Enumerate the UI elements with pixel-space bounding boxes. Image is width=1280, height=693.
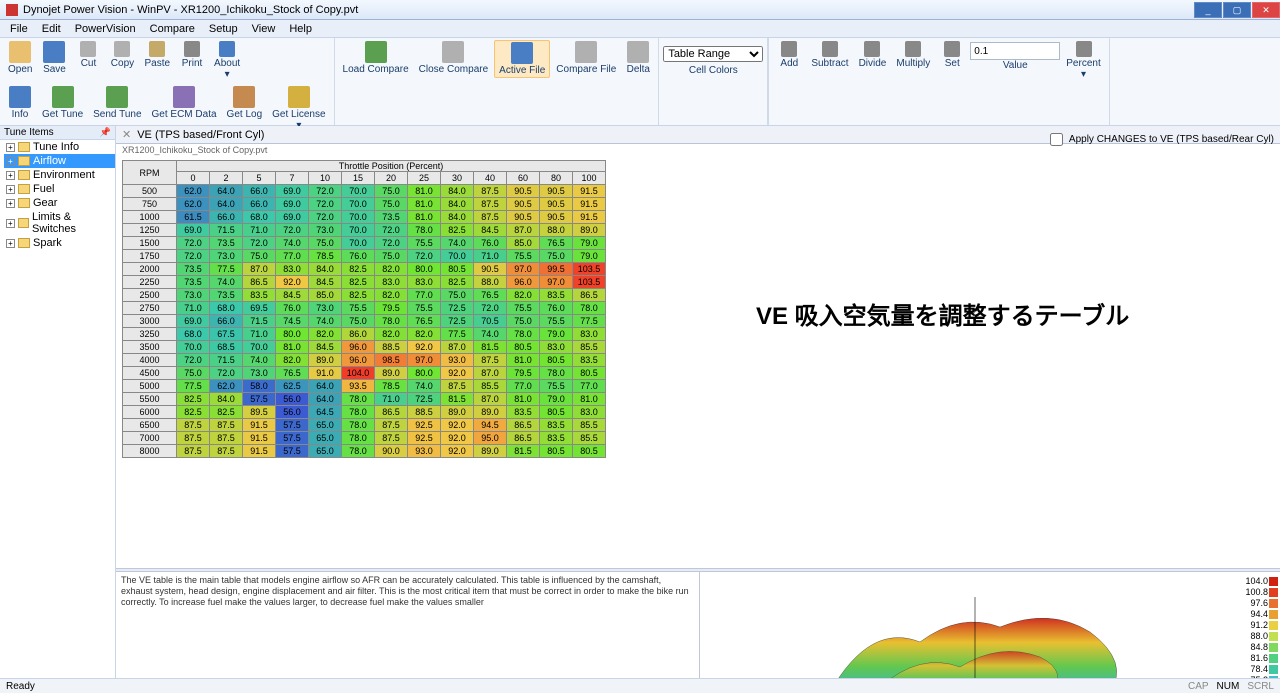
tree-item-gear[interactable]: +Gear xyxy=(4,196,115,210)
apply-changes-checkbox[interactable]: Apply CHANGES to VE (TPS based/Rear Cyl) xyxy=(1046,130,1274,149)
value-input[interactable] xyxy=(970,42,1060,60)
menu-edit[interactable]: Edit xyxy=(36,22,67,36)
menu-view[interactable]: View xyxy=(246,22,282,36)
status-bar: Ready CAP NUM SCRL xyxy=(0,678,1280,693)
maximize-button[interactable]: ▢ xyxy=(1223,2,1251,18)
ribbon: Open Save Cut Copy Paste Print About▾ In… xyxy=(0,38,1280,126)
open-button[interactable]: Open xyxy=(4,40,36,81)
set-button[interactable]: Set xyxy=(936,40,968,81)
compare-file-button[interactable]: Compare File xyxy=(552,40,620,78)
get-tune-button[interactable]: Get Tune xyxy=(38,85,87,132)
tree-item-fuel[interactable]: +Fuel xyxy=(4,182,115,196)
info-button[interactable]: Info xyxy=(4,85,36,132)
description-panel: The VE table is the main table that mode… xyxy=(116,572,700,678)
title-bar: Dynojet Power Vision - WinPV - XR1200_Ic… xyxy=(0,0,1280,20)
status-scrl: SCRL xyxy=(1247,681,1274,692)
close-compare-button[interactable]: Close Compare xyxy=(415,40,492,78)
tab-title: VE (TPS based/Front Cyl) xyxy=(137,129,264,141)
get-license-button[interactable]: Get License▾ xyxy=(268,85,329,132)
multiply-button[interactable]: Multiply xyxy=(892,40,934,81)
menu-help[interactable]: Help xyxy=(283,22,318,36)
send-tune-button[interactable]: Send Tune xyxy=(89,85,145,132)
tree-item-tune-info[interactable]: +Tune Info xyxy=(4,140,115,154)
tree-header: Tune Items📌 xyxy=(0,126,115,140)
minimize-button[interactable]: _ xyxy=(1194,2,1222,18)
about-button[interactable]: About▾ xyxy=(210,40,244,81)
annotation-text: VE 吸入空気量を調整するテーブル xyxy=(756,296,1129,331)
delta-button[interactable]: Delta xyxy=(622,40,654,78)
status-num: NUM xyxy=(1217,681,1240,692)
subtract-button[interactable]: Subtract xyxy=(807,40,852,81)
tab-close-icon[interactable]: ✕ xyxy=(122,128,131,141)
menu-compare[interactable]: Compare xyxy=(144,22,201,36)
tree-item-environment[interactable]: +Environment xyxy=(4,168,115,182)
save-button[interactable]: Save xyxy=(38,40,70,81)
menu-file[interactable]: File xyxy=(4,22,34,36)
copy-button[interactable]: Copy xyxy=(106,40,138,81)
window-title: Dynojet Power Vision - WinPV - XR1200_Ic… xyxy=(23,4,358,16)
ve-table[interactable]: RPMThrottle Position (Percent)0257101520… xyxy=(122,160,606,458)
tree-item-spark[interactable]: +Spark xyxy=(4,236,115,250)
status-cap: CAP xyxy=(1188,681,1209,692)
cell-colors-label: Cell Colors xyxy=(663,65,763,76)
get-ecm-button[interactable]: Get ECM Data xyxy=(148,85,221,132)
add-button[interactable]: Add xyxy=(773,40,805,81)
cut-button[interactable]: Cut xyxy=(72,40,104,81)
divide-button[interactable]: Divide xyxy=(855,40,891,81)
pin-icon[interactable]: 📌 xyxy=(100,127,111,138)
table-range-select[interactable]: Table Range xyxy=(663,46,763,62)
menu-powervision[interactable]: PowerVision xyxy=(69,22,142,36)
print-button[interactable]: Print xyxy=(176,40,208,81)
active-file-button[interactable]: Active File xyxy=(494,40,550,78)
color-legend: 104.0100.897.694.491.288.084.881.678.475… xyxy=(1245,576,1278,678)
3d-graph[interactable]: 106 8000 Throttle Position (Percent) RPM… xyxy=(700,572,1280,678)
app-icon xyxy=(6,4,18,16)
tree-item-limits[interactable]: +Limits & Switches xyxy=(4,210,115,236)
percent-button[interactable]: Percent▾ xyxy=(1062,40,1104,81)
status-ready: Ready xyxy=(6,681,35,692)
load-compare-button[interactable]: Load Compare xyxy=(339,40,413,78)
get-log-button[interactable]: Get Log xyxy=(223,85,267,132)
tune-items-tree: Tune Items📌 +Tune Info +Airflow +Environ… xyxy=(0,126,116,678)
menu-setup[interactable]: Setup xyxy=(203,22,244,36)
paste-button[interactable]: Paste xyxy=(140,40,174,81)
tree-item-airflow[interactable]: +Airflow xyxy=(4,154,115,168)
close-button[interactable]: ✕ xyxy=(1252,2,1280,18)
menu-bar: File Edit PowerVision Compare Setup View… xyxy=(0,20,1280,38)
